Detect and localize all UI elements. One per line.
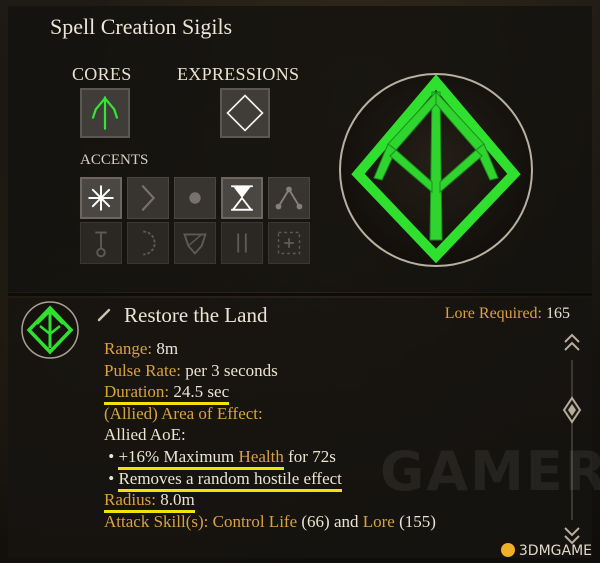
scroll-up-icon[interactable]	[564, 333, 580, 351]
sigil-preview	[339, 73, 533, 267]
skill1-name: Control Life	[212, 511, 298, 531]
panel-title: Spell Creation Sigils	[50, 14, 233, 39]
logo-text: 3DMGAME	[518, 543, 592, 559]
pulse-rate-value: per 3 seconds	[185, 360, 278, 380]
stat-range: Range: 8m	[104, 338, 436, 360]
core-slot[interactable]	[80, 88, 130, 138]
lore-required-value: 165	[546, 305, 570, 322]
diamond-icon	[226, 94, 264, 132]
expression-slot[interactable]	[220, 88, 270, 138]
triangle-dots-icon	[275, 186, 303, 210]
accent-double-bar[interactable]	[221, 222, 263, 264]
crescent-icon	[143, 230, 156, 256]
allied-aoe-text: Allied AoE:	[104, 425, 186, 445]
accent-chevron[interactable]	[127, 177, 169, 219]
lore-required: Lore Required: 165	[445, 305, 570, 323]
watermark: GAMERSKY	[380, 440, 600, 503]
section-divider	[8, 293, 592, 296]
skill2-name: Lore	[362, 511, 395, 531]
accents-label: ACCENTS	[80, 152, 149, 168]
skill2-value: (155)	[399, 511, 436, 531]
logo-icon	[500, 543, 515, 557]
accent-crescent[interactable]	[127, 222, 169, 264]
range-value: 8m	[156, 339, 179, 358]
shield-icon	[183, 233, 207, 255]
radius-label: Radius:	[104, 490, 156, 510]
stat-attack-skills: Attack Skill(s): Control Life (66) and L…	[104, 511, 436, 533]
effect1-suffix: for 72s	[288, 446, 336, 466]
effect2-text: Removes a random hostile effect	[118, 468, 342, 488]
asterisk-icon	[88, 185, 114, 211]
accent-asterisk[interactable]	[80, 177, 122, 219]
radius-value: 8.0m	[160, 490, 195, 510]
effect1-prefix: +16% Maximum	[118, 446, 235, 466]
spell-name: Restore the Land	[124, 303, 268, 327]
scroll-thumb-icon[interactable]	[562, 396, 582, 424]
duration-value: 24.5 sec	[173, 382, 230, 402]
edit-pencil-icon[interactable]	[96, 307, 112, 323]
core-sigil-icon	[91, 96, 119, 130]
site-logo: 3DMGAME	[500, 543, 592, 559]
expressions-label: EXPRESSIONS	[177, 64, 300, 84]
aoe-header-text: (Allied) Area of Effect:	[104, 403, 263, 423]
hourglass-icon	[231, 185, 253, 211]
spell-sigil-icon	[21, 301, 79, 359]
and-text: and	[333, 511, 359, 531]
duration-label: Duration:	[104, 382, 170, 402]
effect1-health: Health	[238, 446, 284, 466]
spell-stats: Range: 8m Pulse Rate: per 3 seconds Dura…	[104, 338, 436, 532]
lore-required-label: Lore Required:	[444, 305, 542, 322]
scroll-down-icon[interactable]	[564, 527, 580, 545]
plus-box-icon	[277, 231, 301, 255]
aoe-header: (Allied) Area of Effect:	[104, 403, 436, 425]
accent-staff[interactable]	[80, 222, 122, 264]
skill1-value: (66)	[301, 511, 330, 531]
dot-icon	[189, 192, 201, 204]
staff-icon	[95, 231, 107, 258]
attack-label: Attack Skill(s):	[104, 511, 209, 531]
pulse-rate-label: Pulse Rate:	[104, 360, 181, 380]
accent-plus-box[interactable]	[268, 222, 310, 264]
accent-hourglass[interactable]	[221, 177, 263, 219]
accent-shield[interactable]	[174, 222, 216, 264]
double-bar-icon	[237, 233, 247, 253]
stat-duration: Duration: 24.5 sec	[104, 381, 436, 406]
stat-pulse-rate: Pulse Rate: per 3 seconds	[104, 360, 436, 382]
chevron-right-icon	[141, 184, 156, 212]
accent-dot[interactable]	[174, 177, 216, 219]
accent-triangle-dots[interactable]	[268, 177, 310, 219]
cores-label: CORES	[72, 64, 132, 84]
range-label: Range:	[104, 339, 153, 358]
